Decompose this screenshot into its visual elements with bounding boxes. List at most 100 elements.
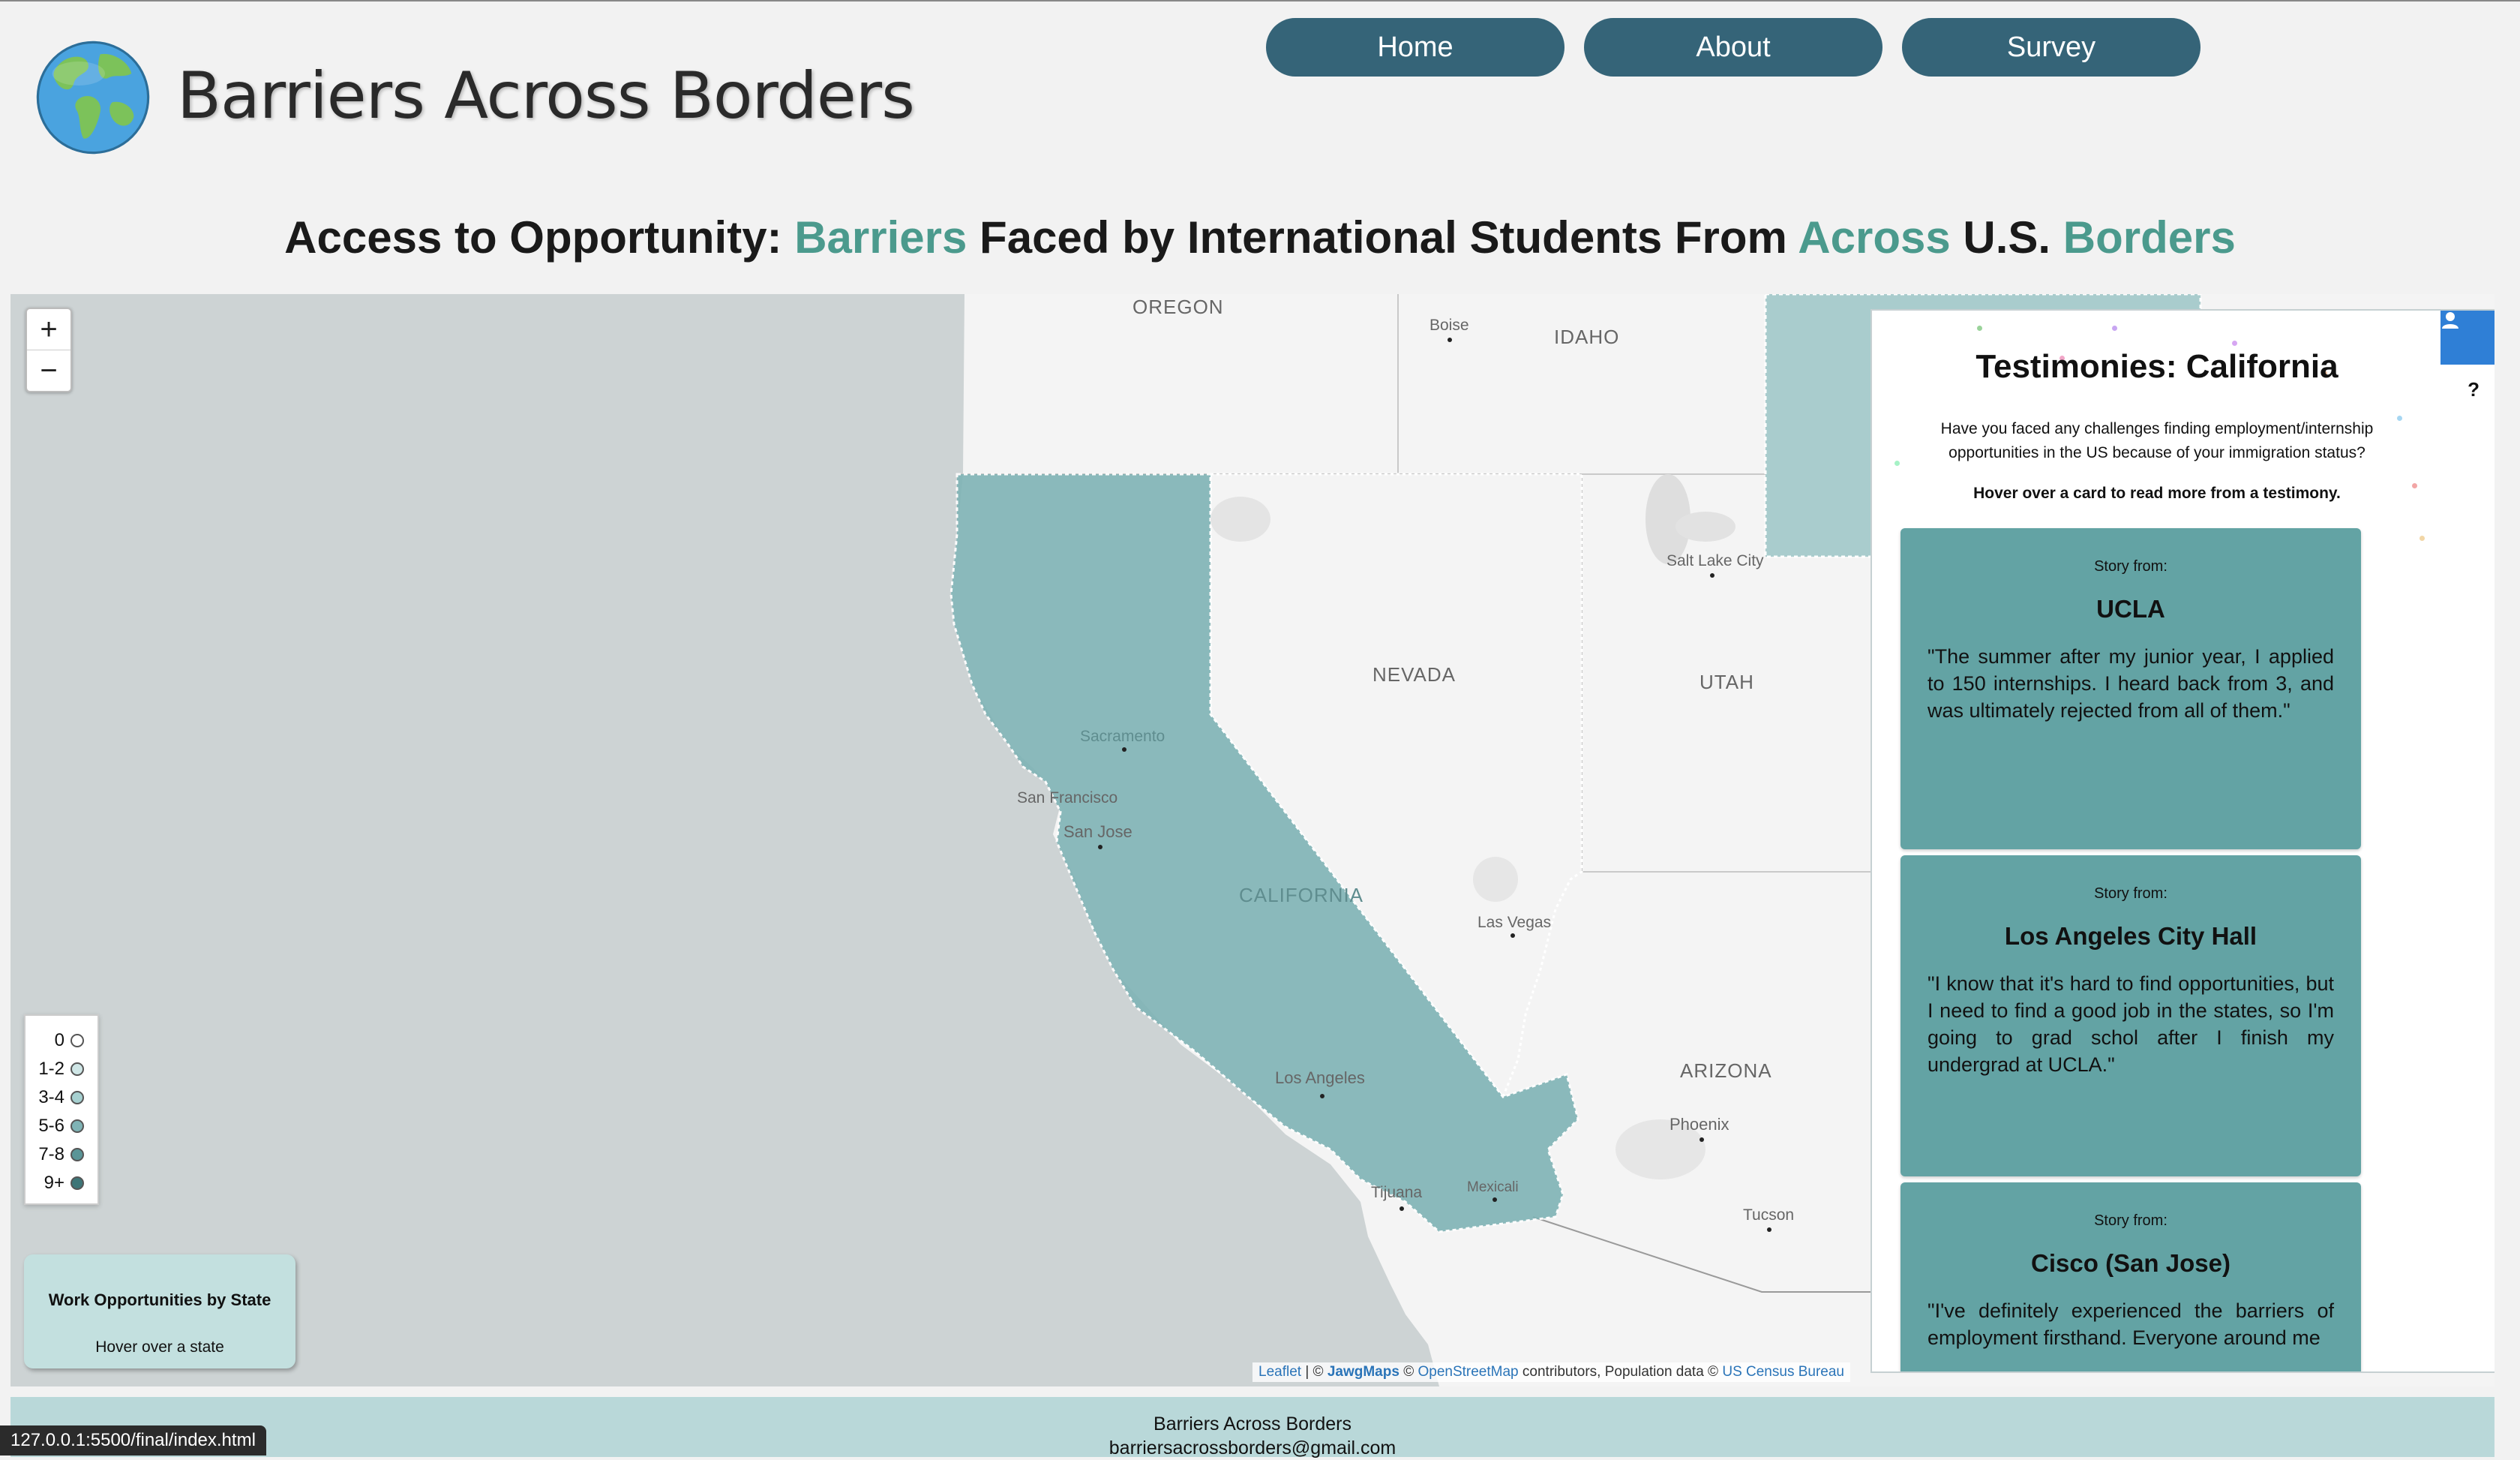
city-dot-tucson bbox=[1767, 1227, 1772, 1232]
panel-title: Testimonies: California bbox=[1976, 348, 2338, 385]
status-bar-url: 127.0.0.1:5500/final/index.html bbox=[0, 1425, 266, 1455]
confetti-dot bbox=[2232, 341, 2237, 346]
panel-question: Have you faced any challenges finding em… bbox=[1940, 420, 2374, 461]
legend-row: 9+ bbox=[26, 1169, 98, 1197]
headline-part2: Faced by International Students From bbox=[967, 212, 1798, 263]
info-box-subtitle: Hover over a state bbox=[95, 1338, 224, 1356]
zoom-out-button[interactable]: − bbox=[27, 350, 70, 391]
city-dot-san-jose bbox=[1098, 845, 1102, 849]
label-mexicali: Mexicali bbox=[1467, 1179, 1519, 1195]
testimony-card[interactable]: Story from: Los Angeles City Hall "I kno… bbox=[1900, 855, 2361, 1176]
label-california: CALIFORNIA bbox=[1239, 884, 1364, 906]
card-place: Los Angeles City Hall bbox=[2004, 922, 2258, 950]
legend-swatch bbox=[70, 1091, 84, 1104]
label-arizona: ARIZONA bbox=[1680, 1059, 1772, 1082]
label-boise: Boise bbox=[1430, 317, 1469, 334]
label-tucson: Tucson bbox=[1743, 1206, 1795, 1224]
user-profile-button[interactable] bbox=[2440, 311, 2494, 365]
city-dot-los-angeles bbox=[1320, 1094, 1324, 1098]
map-legend: 0 1-2 3-4 5-6 7-8 9+ bbox=[24, 1014, 99, 1205]
card-quote: "I've definitely experienced the barrier… bbox=[1928, 1299, 2334, 1349]
choropleth-map[interactable]: OREGON IDAHO NEVADA UTAH CALIFORNIA ARIZ… bbox=[10, 294, 2494, 1386]
legend-row: 1-2 bbox=[26, 1055, 98, 1083]
attribution-text: contributors, Population data © bbox=[1518, 1364, 1723, 1380]
panel-hint: Hover over a card to read more from a te… bbox=[1973, 485, 2341, 502]
help-button[interactable]: ? bbox=[2468, 378, 2480, 401]
legend-swatch bbox=[70, 1062, 84, 1076]
legend-swatch bbox=[70, 1034, 84, 1047]
city-dot-phoenix bbox=[1700, 1137, 1704, 1142]
card-place: Cisco (San Jose) bbox=[2031, 1249, 2230, 1277]
label-nevada: NEVADA bbox=[1372, 663, 1456, 686]
label-sacramento: Sacramento bbox=[1080, 728, 1166, 745]
headline-part3: U.S. bbox=[1950, 212, 2063, 263]
legend-label: 7-8 bbox=[38, 1144, 64, 1164]
headline-highlight-borders: Borders bbox=[2062, 212, 2236, 263]
page-headline: Access to Opportunity: Barriers Faced by… bbox=[0, 212, 2520, 263]
legend-swatch bbox=[70, 1148, 84, 1161]
confetti-dot bbox=[2420, 536, 2425, 541]
leaflet-link[interactable]: Leaflet bbox=[1258, 1364, 1301, 1380]
testimony-card[interactable]: Story from: UCLA "The summer after my ju… bbox=[1900, 528, 2361, 849]
testimonies-panel[interactable]: ? Testimonies: California Have you faced… bbox=[1870, 309, 2494, 1373]
legend-label: 5-6 bbox=[38, 1116, 64, 1136]
legend-swatch bbox=[70, 1176, 84, 1190]
city-dot-tijuana bbox=[1400, 1206, 1404, 1211]
card-quote: "I know that it's hard to find opportuni… bbox=[1928, 972, 2334, 1076]
legend-label: 1-2 bbox=[38, 1059, 64, 1079]
openstreetmap-link[interactable]: OpenStreetMap bbox=[1418, 1364, 1518, 1380]
headline-highlight-across: Across bbox=[1798, 212, 1951, 263]
zoom-in-button[interactable]: + bbox=[27, 309, 70, 350]
map-attribution: Leaflet | © JawgMaps © OpenStreetMap con… bbox=[1252, 1362, 1850, 1382]
globe-logo-icon bbox=[36, 41, 150, 155]
city-dot-salt-lake-city bbox=[1710, 573, 1714, 578]
label-san-jose: San Jose bbox=[1064, 822, 1132, 841]
footer-email[interactable]: barriersacrossborders@gmail.com bbox=[10, 1436, 2494, 1460]
confetti-dot bbox=[1977, 326, 1982, 331]
label-oregon: OREGON bbox=[1132, 296, 1224, 318]
city-dot-las-vegas bbox=[1510, 933, 1515, 938]
legend-row: 3-4 bbox=[26, 1083, 98, 1112]
footer-name: Barriers Across Borders bbox=[1154, 1413, 1352, 1434]
card-from-label: Story from: bbox=[2094, 1212, 2168, 1229]
card-from-label: Story from: bbox=[2094, 885, 2168, 902]
state-info-box: Work Opportunities by State Hover over a… bbox=[24, 1254, 296, 1368]
info-box-title: Work Opportunities by State bbox=[48, 1290, 272, 1309]
legend-row: 5-6 bbox=[26, 1112, 98, 1140]
legend-row: 0 bbox=[26, 1026, 98, 1055]
testimony-card[interactable]: Story from: Cisco (San Jose) "I've defin… bbox=[1900, 1182, 2361, 1371]
label-san-francisco: San Francisco bbox=[1017, 789, 1118, 807]
legend-swatch bbox=[70, 1119, 84, 1133]
headline-part1: Access to Opportunity: bbox=[284, 212, 795, 263]
confetti-dot bbox=[2397, 416, 2402, 421]
user-icon bbox=[2442, 312, 2458, 329]
label-salt-lake-city: Salt Lake City bbox=[1666, 552, 1764, 569]
city-dot-sacramento bbox=[1122, 747, 1126, 752]
confetti-dot bbox=[1894, 461, 1900, 466]
label-tijuana: Tijuana bbox=[1371, 1184, 1423, 1201]
window-top-border bbox=[0, 0, 2520, 2]
attribution-text: | © bbox=[1301, 1364, 1328, 1380]
label-las-vegas: Las Vegas bbox=[1478, 914, 1552, 931]
legend-label: 3-4 bbox=[38, 1087, 64, 1107]
legend-label: 9+ bbox=[44, 1173, 64, 1193]
attribution-text: © bbox=[1399, 1364, 1418, 1380]
main-nav: Home About Survey bbox=[1266, 18, 2200, 77]
census-link[interactable]: US Census Bureau bbox=[1722, 1364, 1844, 1380]
label-idaho: IDAHO bbox=[1554, 326, 1620, 348]
zoom-control: + − bbox=[26, 308, 72, 392]
headline-highlight-barriers: Barriers bbox=[794, 212, 968, 263]
label-los-angeles: Los Angeles bbox=[1275, 1068, 1365, 1087]
card-quote: "The summer after my junior year, I appl… bbox=[1928, 645, 2334, 722]
city-dot-mexicali bbox=[1492, 1197, 1497, 1202]
label-utah: UTAH bbox=[1700, 671, 1754, 693]
city-dot-boise bbox=[1448, 338, 1452, 342]
nav-about-button[interactable]: About bbox=[1584, 18, 1882, 77]
jawgmaps-link[interactable]: JawgMaps bbox=[1328, 1364, 1400, 1380]
site-title: Barriers Across Borders bbox=[177, 59, 915, 134]
label-phoenix: Phoenix bbox=[1670, 1115, 1730, 1134]
nav-survey-button[interactable]: Survey bbox=[1902, 18, 2200, 77]
card-from-label: Story from: bbox=[2094, 558, 2168, 575]
card-place: UCLA bbox=[2096, 595, 2165, 623]
nav-home-button[interactable]: Home bbox=[1266, 18, 1564, 77]
